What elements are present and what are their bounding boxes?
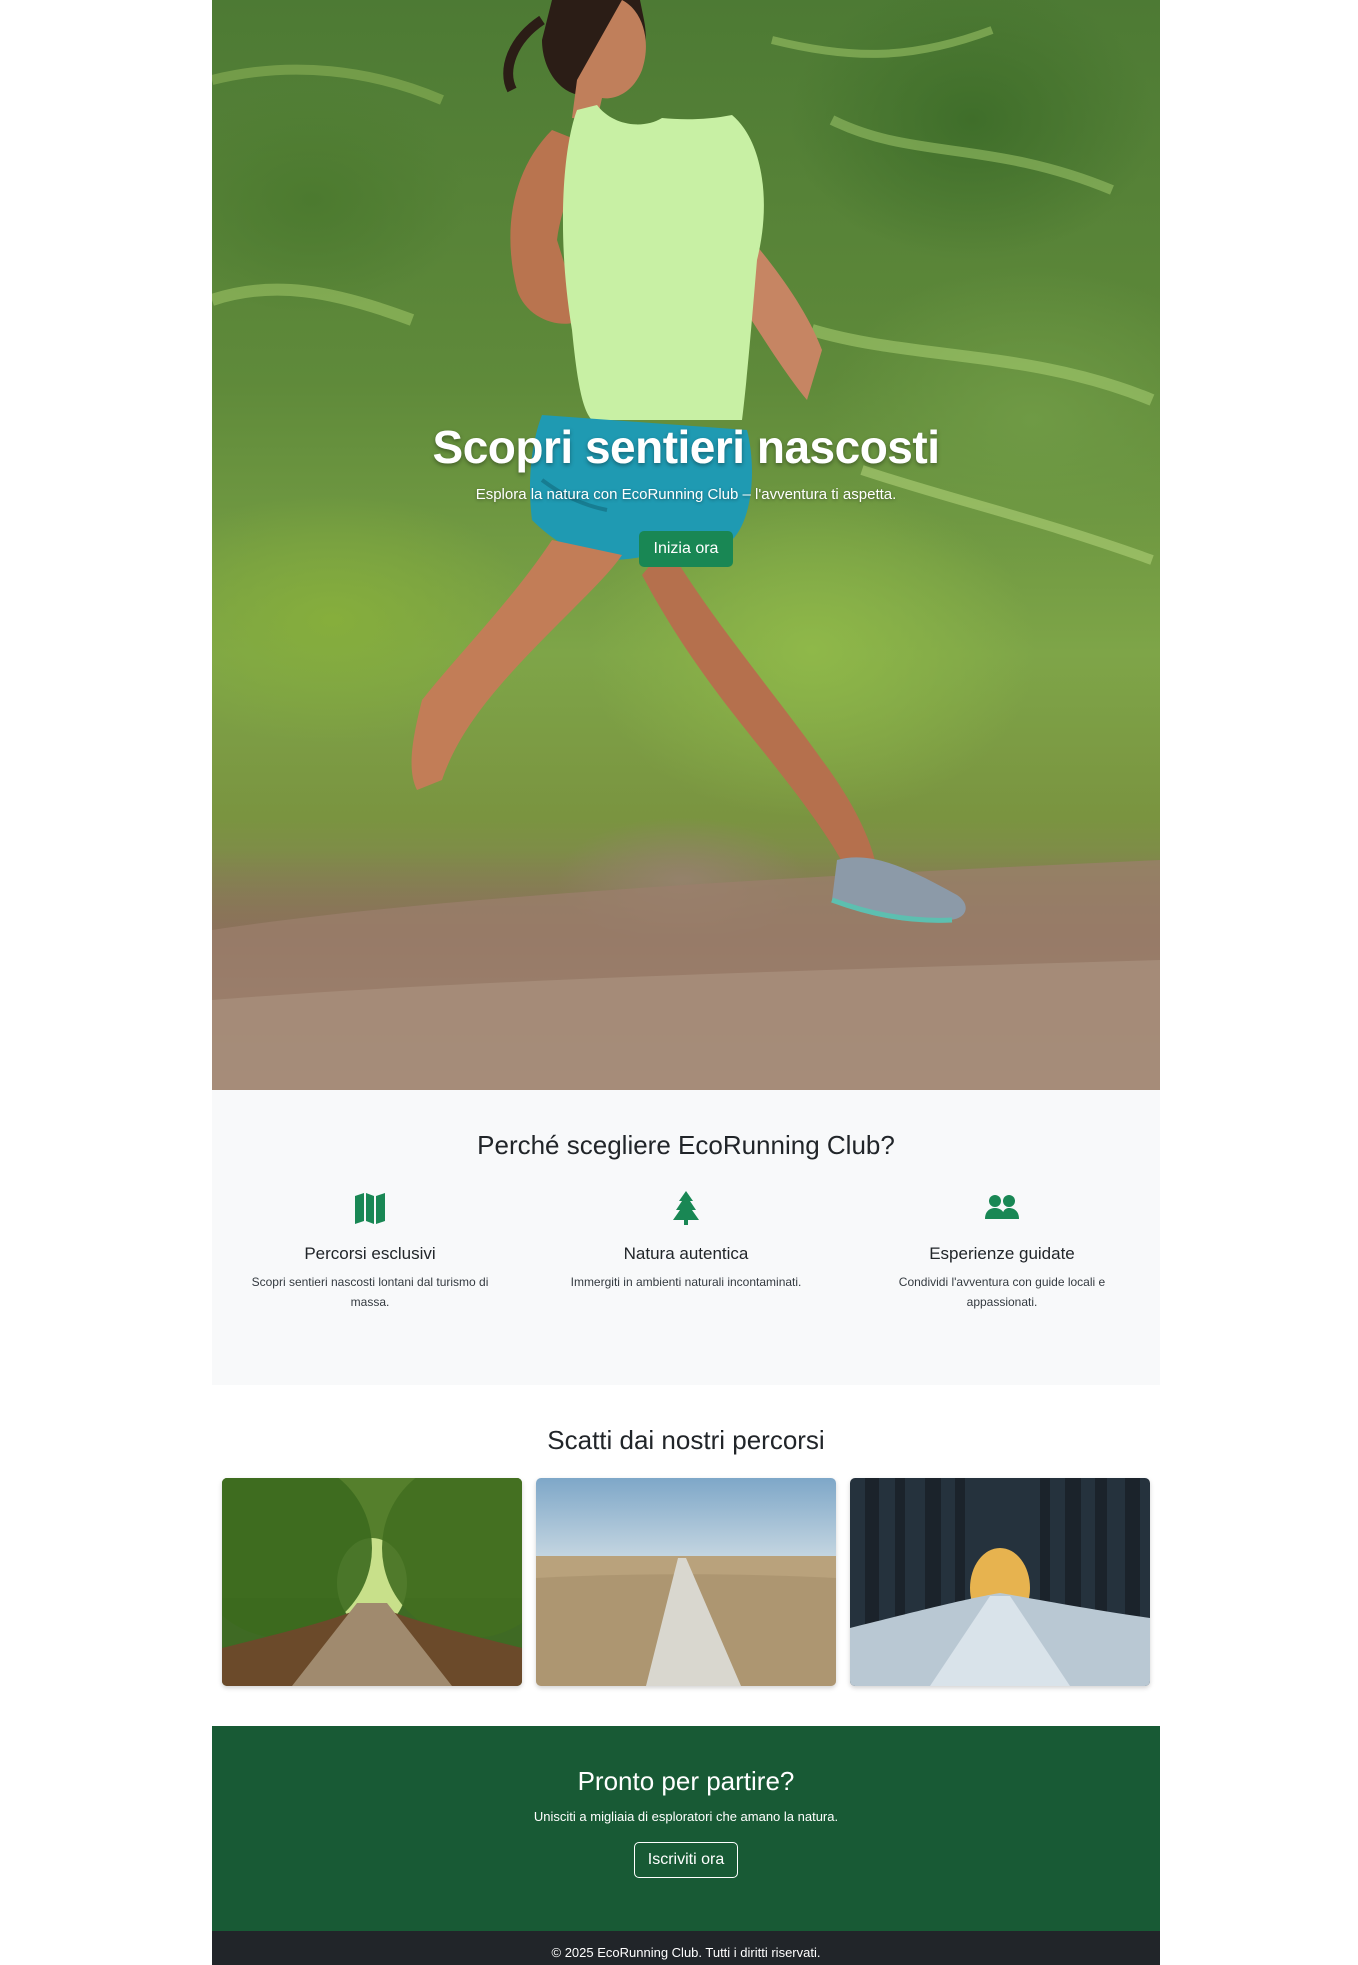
gallery-photo-snowy-forest (850, 1478, 1150, 1686)
feature-text: Immergiti in ambienti naturali incontami… (570, 1275, 802, 1289)
signup-button[interactable]: Iscriviti ora (633, 1842, 739, 1878)
hero-subtitle: Esplora la natura con EcoRunning Club – … (475, 486, 897, 503)
feature-title: Percorsi esclusivi (304, 1244, 436, 1263)
tree-icon (673, 1191, 699, 1225)
hero-content: Scopri sentieri nascosti Esplora la natu… (212, 420, 1160, 567)
feature-card: Esperienze guidate Condividi l'avventura… (844, 1188, 1160, 1312)
landing-page: Scopri sentieri nascosti Esplora la natu… (212, 0, 1160, 1965)
footer-copyright: © 2025 EcoRunning Club. Tutti i diritti … (551, 1945, 821, 1960)
features-section: Perché scegliere EcoRunning Club? Percor… (212, 1090, 1160, 1385)
cta-title: Pronto per partire? (577, 1766, 795, 1796)
gallery-section: Scatti dai nostri percorsi (212, 1385, 1160, 1725)
gallery-title: Scatti dai nostri percorsi (547, 1425, 825, 1455)
feature-text: Scopri sentieri nascosti lontani dal tur… (251, 1275, 489, 1309)
hero-title: Scopri sentieri nascosti (432, 421, 940, 473)
feature-title: Esperienze guidate (929, 1244, 1075, 1263)
gallery-photo-grass-path (536, 1478, 836, 1686)
features-title: Perché scegliere EcoRunning Club? (477, 1130, 895, 1160)
features-list: Percorsi esclusivi Scopri sentieri nasco… (212, 1188, 1160, 1312)
feature-card: Natura autentica Immergiti in ambienti n… (528, 1188, 844, 1312)
feature-card: Percorsi esclusivi Scopri sentieri nasco… (212, 1188, 528, 1312)
hero-section: Scopri sentieri nascosti Esplora la natu… (212, 0, 1160, 1090)
signup-cta-section: Pronto per partire? Unisciti a migliaia … (212, 1726, 1160, 1931)
map-icon (355, 1193, 385, 1224)
people-icon (985, 1195, 1019, 1219)
start-now-button[interactable]: Inizia ora (638, 531, 734, 567)
feature-title: Natura autentica (623, 1244, 749, 1263)
footer: © 2025 EcoRunning Club. Tutti i diritti … (212, 1931, 1160, 1965)
feature-text: Condividi l'avventura con guide locali e… (898, 1275, 1106, 1309)
cta-text: Unisciti a migliaia di esploratori che a… (533, 1809, 839, 1824)
gallery-grid (222, 1478, 1150, 1686)
gallery-photo-forest-path (222, 1478, 522, 1686)
